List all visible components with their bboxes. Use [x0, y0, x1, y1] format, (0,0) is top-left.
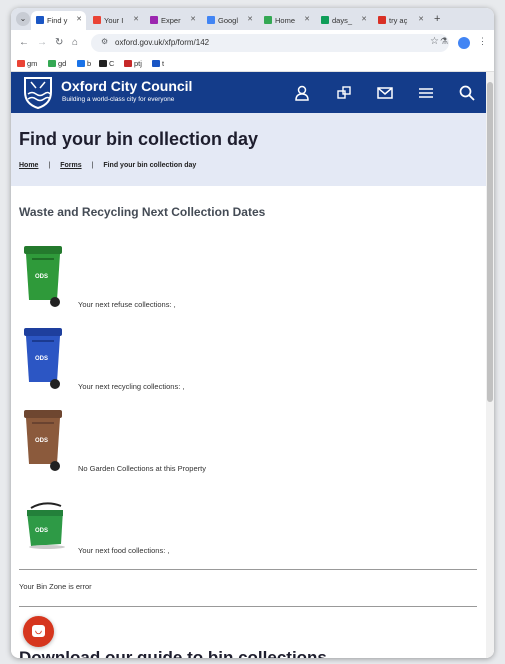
tab-gmail[interactable]: Your I ✕ — [88, 11, 143, 30]
section-heading: Waste and Recycling Next Collection Date… — [19, 205, 266, 219]
address-bar[interactable]: ⚙ oxford.gov.uk/xfp/form/142 ☆ — [91, 34, 449, 52]
drive-bookmark-icon — [48, 60, 56, 67]
apps-icon[interactable] — [335, 84, 353, 102]
home-icon[interactable]: ⌂ — [72, 37, 78, 48]
council-crest-logo[interactable] — [21, 74, 55, 110]
svg-text:ODS: ODS — [35, 356, 48, 362]
close-tab-icon[interactable]: ✕ — [418, 15, 424, 23]
breadcrumb: Home | Forms | Find your bin collection … — [19, 162, 196, 169]
site-info-icon[interactable]: ⚙ — [101, 37, 108, 46]
bin-zone-text: Your Bin Zone is error — [19, 582, 92, 591]
bookmark-t[interactable]: t — [152, 59, 164, 68]
sheets-favicon-icon — [321, 16, 329, 24]
breadcrumb-current: Find your bin collection day — [103, 162, 197, 169]
tab-days[interactable]: days_ ✕ — [316, 11, 371, 30]
council-favicon-icon — [36, 16, 44, 24]
bookmarks-bar: gm gd b C ptj t — [11, 56, 494, 72]
forward-icon[interactable]: → — [37, 37, 47, 48]
back-icon[interactable]: ← — [19, 37, 29, 48]
site-header: Oxford City Council Building a world-cla… — [11, 72, 486, 113]
refuse-bin-icon: ODS — [24, 246, 62, 307]
breadcrumb-home-link[interactable]: Home — [19, 162, 38, 169]
bookmark-gd[interactable]: gd — [48, 59, 66, 68]
tab-search-icon[interactable]: ⌄ — [16, 12, 30, 26]
drive-favicon-icon — [264, 16, 272, 24]
tab-strip: ⌄ Find y ✕ Your I ✕ Exper ✕ Googl ✕ Home ✕ da… — [11, 8, 494, 30]
reload-icon[interactable]: ↻ — [55, 37, 63, 48]
bookmark-ptj[interactable]: ptj — [124, 59, 142, 68]
labs-icon[interactable]: ⚗ — [440, 36, 448, 47]
recycling-collection-text: Your next recycling collections: , — [78, 382, 185, 391]
tab-find-bin[interactable]: Find y ✕ — [31, 11, 86, 30]
garden-bin-icon: ODS — [24, 410, 62, 471]
download-guide-heading: Download our guide to bin collections — [19, 648, 327, 658]
browser-window: ⌄ Find y ✕ Your I ✕ Exper ✕ Googl ✕ Home ✕ da… — [11, 8, 494, 658]
new-tab-icon[interactable]: + — [434, 13, 440, 25]
search-icon[interactable] — [458, 84, 476, 102]
page-viewport: Oxford City Council Building a world-cla… — [11, 72, 494, 658]
close-tab-icon[interactable]: ✕ — [76, 15, 82, 23]
url-text: oxford.gov.uk/xfp/form/142 — [115, 38, 210, 47]
c-bookmark-icon — [99, 60, 107, 67]
divider — [19, 606, 477, 607]
gmail-bookmark-icon — [17, 60, 25, 67]
bluesky-bookmark-icon — [77, 60, 85, 67]
experiment-favicon-icon — [150, 16, 158, 24]
scrollbar-thumb[interactable] — [487, 82, 493, 402]
browser-menu-icon[interactable]: ⋮ — [478, 36, 487, 47]
site-favicon-icon — [378, 16, 386, 24]
close-tab-icon[interactable]: ✕ — [361, 15, 367, 23]
bookmark-c[interactable]: C — [99, 59, 114, 68]
ptj-bookmark-icon — [124, 60, 132, 67]
svg-text:ODS: ODS — [35, 438, 48, 444]
site-name[interactable]: Oxford City Council — [61, 78, 192, 94]
svg-text:ODS: ODS — [35, 274, 48, 280]
food-collection-text: Your next food collections: , — [78, 546, 170, 555]
tab-home[interactable]: Home ✕ — [259, 11, 314, 30]
close-tab-icon[interactable]: ✕ — [304, 15, 310, 23]
menu-icon[interactable] — [417, 84, 435, 102]
gmail-favicon-icon — [93, 16, 101, 24]
divider — [19, 569, 477, 570]
profile-avatar[interactable] — [458, 37, 470, 49]
close-tab-icon[interactable]: ✕ — [190, 15, 196, 23]
breadcrumb-separator: | — [48, 162, 51, 169]
chat-button[interactable]: ◡ — [23, 616, 54, 647]
bookmark-b[interactable]: b — [77, 59, 91, 68]
tab-experiment[interactable]: Exper ✕ — [145, 11, 200, 30]
food-caddy-icon: ODS — [27, 502, 65, 549]
tab-try[interactable]: try aç ✕ — [373, 11, 428, 30]
page-scrollbar[interactable] — [486, 72, 494, 658]
breadcrumb-forms-link[interactable]: Forms — [60, 162, 81, 169]
tab-google[interactable]: Googl ✕ — [202, 11, 257, 30]
account-icon[interactable] — [293, 84, 311, 102]
breadcrumb-separator: | — [91, 162, 94, 169]
close-tab-icon[interactable]: ✕ — [133, 15, 139, 23]
bookmark-gm[interactable]: gm — [17, 59, 37, 68]
recycling-bin-icon: ODS — [24, 328, 62, 389]
close-tab-icon[interactable]: ✕ — [247, 15, 253, 23]
svg-text:ODS: ODS — [35, 528, 48, 534]
mail-icon[interactable] — [376, 84, 394, 102]
garden-collection-text: No Garden Collections at this Property — [78, 464, 206, 473]
site-tagline: Building a world-class city for everyone — [62, 96, 175, 103]
google-favicon-icon — [207, 16, 215, 24]
page-banner: Find your bin collection day Home | Form… — [11, 113, 486, 186]
bookmark-star-icon[interactable]: ☆ — [430, 36, 439, 47]
browser-toolbar: ← → ↻ ⌂ ⚙ oxford.gov.uk/xfp/form/142 ☆ ⚗… — [11, 30, 494, 56]
t-bookmark-icon — [152, 60, 160, 67]
refuse-collection-text: Your next refuse collections: , — [78, 300, 176, 309]
chat-icon: ◡ — [32, 625, 45, 637]
page-title: Find your bin collection day — [19, 129, 259, 149]
